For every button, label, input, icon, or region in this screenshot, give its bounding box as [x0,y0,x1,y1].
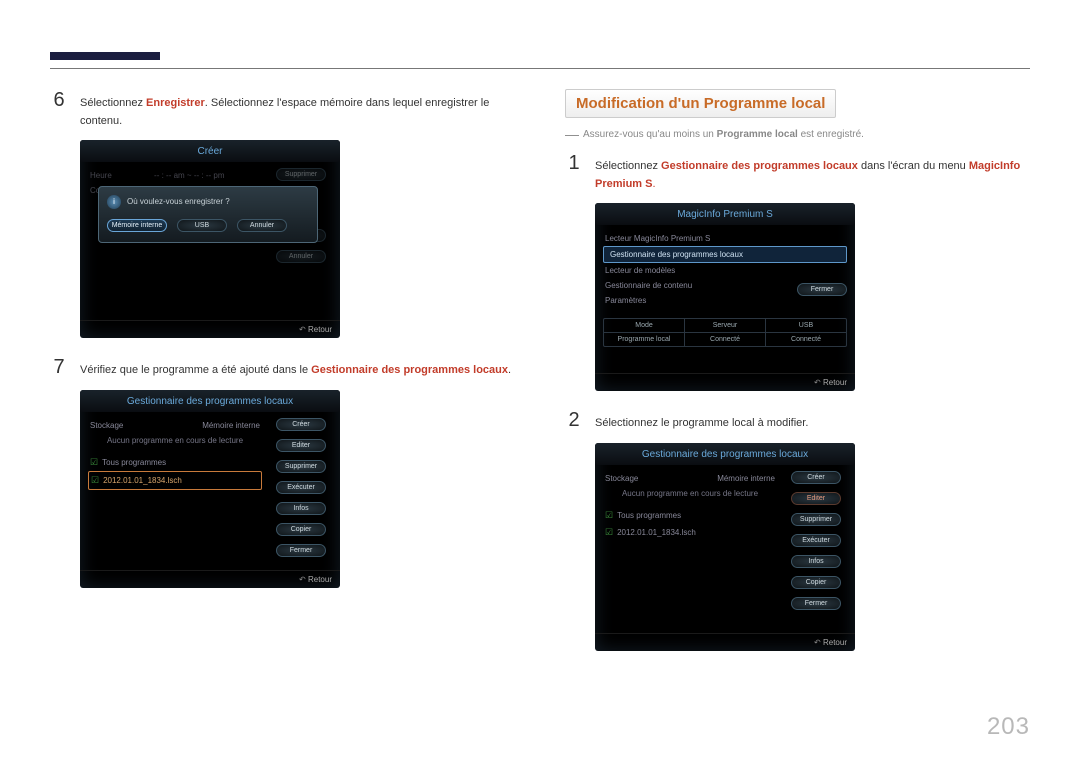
fermer-button[interactable]: Fermer [276,544,326,557]
step-text: Sélectionnez Enregistrer. Sélectionnez l… [80,89,515,130]
screen-title: Gestionnaire des programmes locaux [595,443,855,465]
editer-button-highlight[interactable]: Editer [791,492,841,505]
step-text: Sélectionnez le programme local à modifi… [595,409,1030,433]
screen-footer: Retour [80,570,340,588]
step-1: 1 Sélectionnez Gestionnaire des programm… [565,152,1030,193]
step-7: 7 Vérifiez que le programme a été ajouté… [50,356,515,380]
step-2: 2 Sélectionnez le programme local à modi… [565,409,1030,433]
info-icon: i [107,195,121,209]
exec-button[interactable]: Exécuter [276,481,326,494]
screen-title: Gestionnaire des programmes locaux [80,390,340,412]
screen-gestionnaire-left: Gestionnaire des programmes locaux Créer… [80,390,340,588]
step-number: 1 [565,152,583,193]
suppr-button[interactable]: Supprimer [791,513,841,526]
editer-button[interactable]: Editer [276,439,326,452]
creer-button[interactable]: Créer [276,418,326,431]
mem-internal-button[interactable]: Mémoire interne [107,219,167,232]
step-number: 7 [50,356,68,380]
copier-button[interactable]: Copier [276,523,326,536]
step-number: 2 [565,409,583,433]
fermer-button[interactable]: Fermer [791,597,841,610]
step-text: Sélectionnez Gestionnaire des programmes… [595,152,1030,193]
delete-button[interactable]: Supprimer [276,168,326,181]
screen-footer: Retour [595,373,855,391]
left-column: 6 Sélectionnez Enregistrer. Sélectionnez… [50,89,515,669]
menu-item-selected[interactable]: Gestionnaire des programmes locaux [603,246,847,263]
usb-button[interactable]: USB [177,219,227,232]
step-number: 6 [50,89,68,130]
screen-title: Créer [80,140,340,162]
page-header-rule [50,40,1030,69]
dialog-cancel-button[interactable]: Annuler [237,219,287,232]
section-heading: Modification d'un Programme local [565,89,836,118]
screen-gestionnaire-right: Gestionnaire des programmes locaux Créer… [595,443,855,651]
screen-footer: Retour [80,320,340,338]
right-column: Modification d'un Programme local ―Assur… [565,89,1030,669]
note: ―Assurez-vous qu'au moins un Programme l… [565,126,1030,142]
screen-footer: Retour [595,633,855,651]
program-file-selected[interactable]: 2012.01.01_1834.lsch [88,471,262,490]
cancel-button[interactable]: Annuler [276,250,326,263]
menu-item[interactable]: Lecteur MagicInfo Premium S [603,231,847,246]
step-6: 6 Sélectionnez Enregistrer. Sélectionnez… [50,89,515,130]
screen-title: MagicInfo Premium S [595,203,855,225]
status-table: Mode Serveur USB Programme local Connect… [603,318,847,347]
save-dialog: iOù voulez-vous enregistrer ? Mémoire in… [98,186,318,243]
menu-item[interactable]: Lecteur de modèles [603,263,847,278]
fermer-button[interactable]: Fermer [797,283,847,296]
screen-creer: Créer Heure -- : -- am ~ -- : -- pm Cont… [80,140,340,338]
creer-button[interactable]: Créer [791,471,841,484]
infos-button[interactable]: Infos [791,555,841,568]
step-text: Vérifiez que le programme a été ajouté d… [80,356,515,380]
suppr-button[interactable]: Supprimer [276,460,326,473]
infos-button[interactable]: Infos [276,502,326,515]
screen-magicinfo-menu: MagicInfo Premium S Lecteur MagicInfo Pr… [595,203,855,391]
exec-button[interactable]: Exécuter [791,534,841,547]
copier-button[interactable]: Copier [791,576,841,589]
page-number: 203 [987,713,1030,741]
